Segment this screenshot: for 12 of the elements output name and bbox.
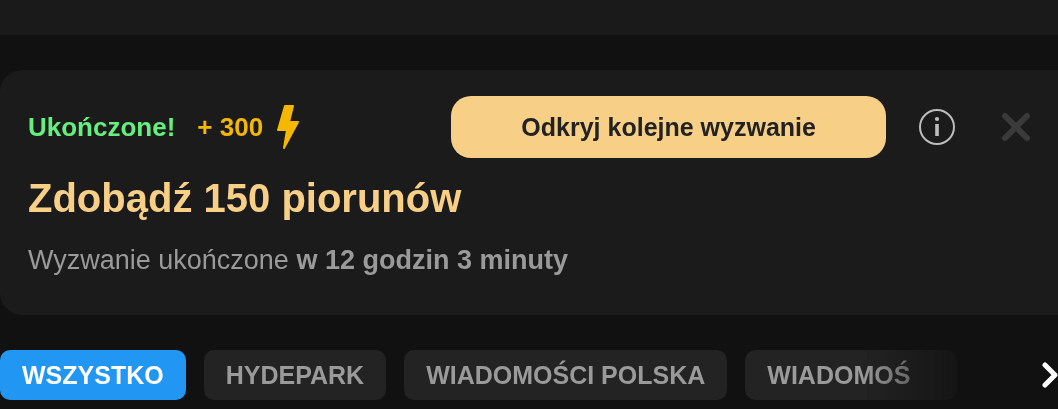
challenge-subtitle: Wyzwanie ukończone w 12 godzin 3 minuty [28,245,569,276]
category-tab[interactable]: HYDEPARK [203,350,387,400]
lightning-icon [275,104,302,150]
category-tab[interactable]: WIADOMOŚCI POLSKA [404,350,728,400]
info-icon[interactable] [918,108,957,146]
category-tab[interactable]: WIADOMOŚ [745,350,958,400]
points-reward: + 300 [197,111,264,143]
next-challenge-button[interactable]: Odkryj kolejne wyzwanie [451,96,887,158]
completed-label: Ukończone! [28,111,176,143]
chevron-right-icon[interactable] [1042,362,1058,388]
challenge-title: Zdobądź 150 piorunów [28,176,463,221]
category-tab[interactable]: WSZYSTKO [0,350,186,400]
